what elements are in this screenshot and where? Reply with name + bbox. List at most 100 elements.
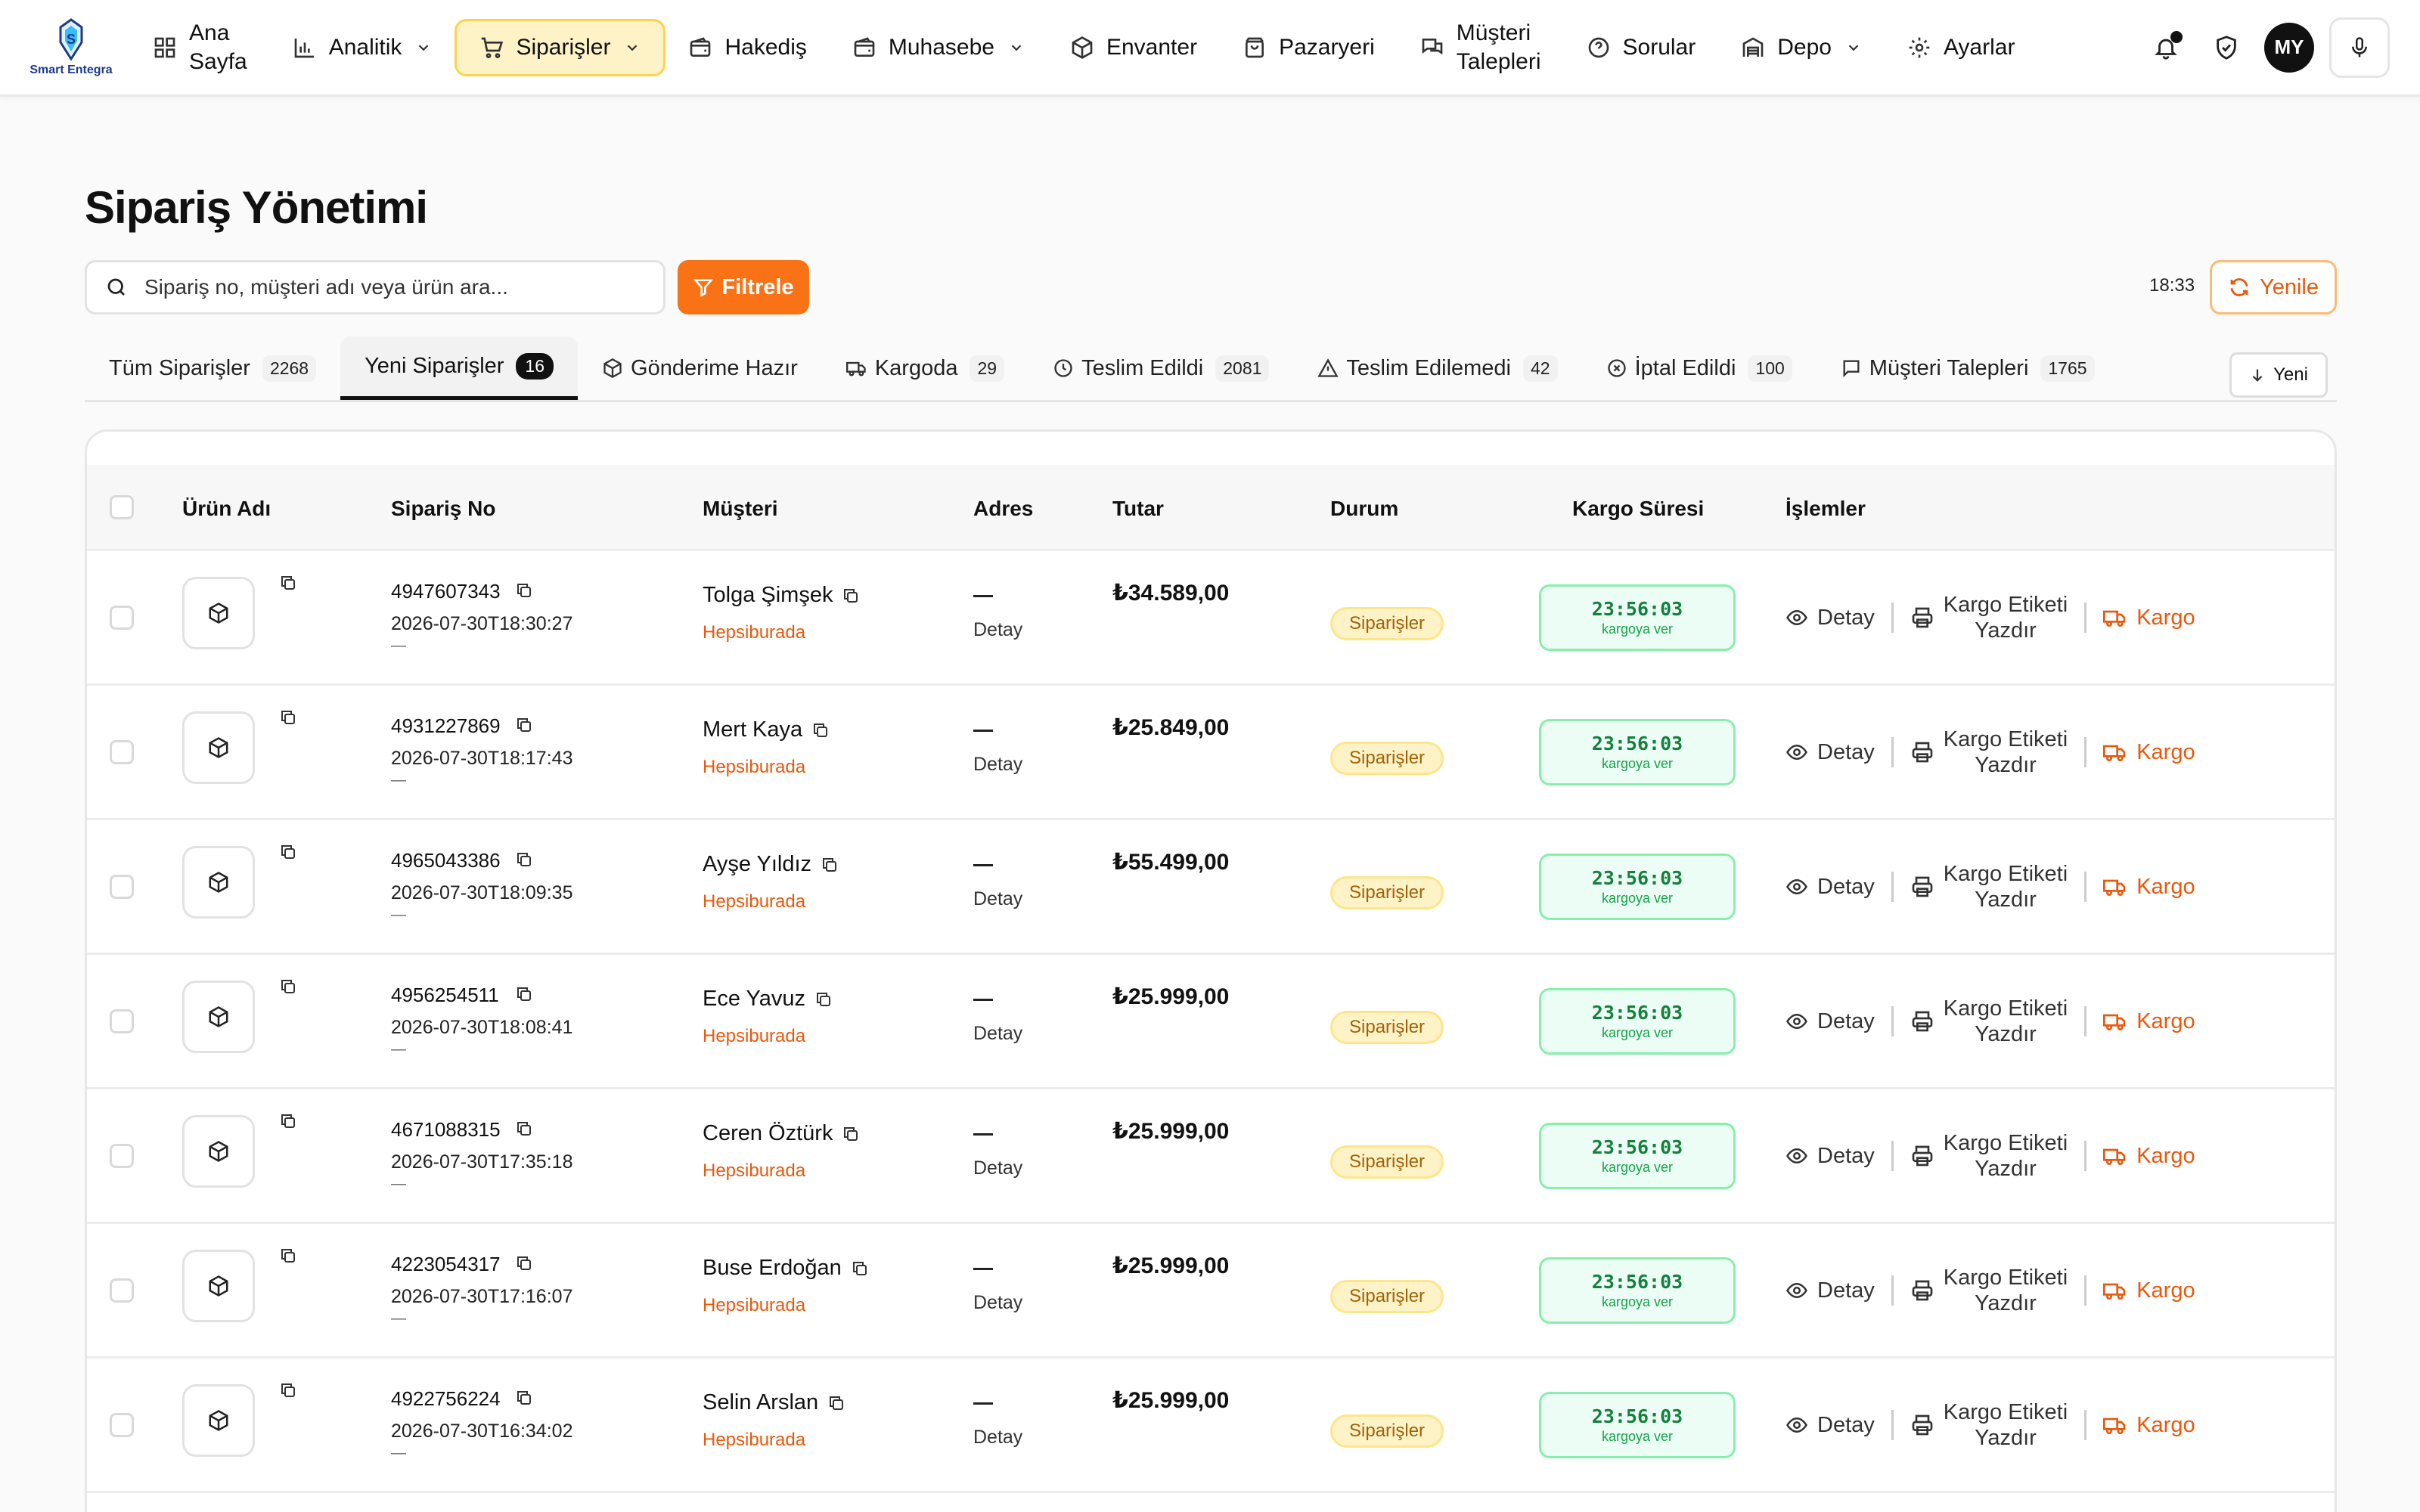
tab-kargoda[interactable]: Kargoda 29 [822,336,1028,400]
cargo-button[interactable]: Kargo [2103,1278,2195,1303]
detail-button[interactable]: Detay [1786,1009,1875,1034]
detail-button[interactable]: Detay [1786,875,1875,900]
copy-order-no-icon[interactable] [515,716,533,734]
row-checkbox[interactable] [110,740,134,764]
print-label-button[interactable]: Kargo Etiketi Yazdır [1910,727,2068,778]
security-button[interactable] [2196,17,2257,78]
action-separator [2084,603,2087,633]
print-label-button[interactable]: Kargo Etiketi Yazdır [1910,592,2068,643]
detail-button[interactable]: Detay [1786,740,1875,765]
print-label-button[interactable]: Kargo Etiketi Yazdır [1910,861,2068,912]
nav-label: Müşteri [1456,20,1531,45]
copy-customer-icon[interactable] [814,990,833,1009]
nav-depo[interactable]: Depo [1718,19,1885,76]
nav-ana-sayfa[interactable]: Ana Sayfa [130,19,270,76]
copy-order-no-icon[interactable] [515,1120,533,1138]
nav-sorular[interactable]: Sorular [1564,19,1719,76]
order-amount: ₺25.999,00 [1112,984,1230,1009]
address-detail-link[interactable]: Detay [973,1292,1022,1314]
address-detail-link[interactable]: Detay [973,1427,1022,1448]
copy-customer-icon[interactable] [842,587,860,605]
table-row: 4922756224 2026-07-30T16:34:02 — Selin A… [87,1359,2335,1493]
customer-name-wrap: Ece Yavuz [703,987,833,1012]
brand-logo[interactable]: S Smart Entegra [29,10,113,85]
cargo-button[interactable]: Kargo [2103,1009,2195,1034]
nav-envanter[interactable]: Envanter [1047,19,1220,76]
nav-siparisler[interactable]: Siparişler [455,18,666,76]
detail-button[interactable]: Detay [1786,1144,1875,1169]
tab-teslim-edilemedi[interactable]: Teslim Edilemedi 42 [1293,336,1581,400]
address-detail-link[interactable]: Detay [973,888,1022,910]
nav-analitik[interactable]: Analitik [270,19,455,76]
copy-product-icon[interactable] [279,1247,297,1265]
tab-iptal-edildi[interactable]: İptal Edildi 100 [1582,336,1817,400]
row-checkbox[interactable] [110,1278,134,1303]
tab-teslim-edildi[interactable]: Teslim Edildi 2081 [1028,336,1293,400]
cargo-button[interactable]: Kargo [2103,740,2195,765]
action-separator [1891,737,1894,767]
tab-gonderime-hazir[interactable]: Gönderime Hazır [578,336,822,400]
cargo-button[interactable]: Kargo [2103,1144,2195,1169]
detail-button[interactable]: Detay [1786,606,1875,631]
print-label-button[interactable]: Kargo Etiketi Yazdır [1910,1265,2068,1316]
cargo-timer: 23:56:03 kargoya ver [1539,719,1736,785]
nav-ayarlar[interactable]: Ayarlar [1885,19,2037,76]
row-checkbox[interactable] [110,1413,134,1437]
copy-product-icon[interactable] [279,708,297,727]
nav-muhasebe[interactable]: Muhasebe [830,19,1047,76]
copy-order-no-icon[interactable] [515,985,533,1003]
copy-product-icon[interactable] [279,843,297,861]
row-checkbox[interactable] [110,1144,134,1168]
notifications-button[interactable] [2136,17,2196,78]
address-detail-link[interactable]: Detay [973,1023,1022,1045]
nav-hakedis[interactable]: Hakediş [666,19,829,76]
nav-pazaryeri[interactable]: Pazaryeri [1220,19,1398,76]
address-detail-link[interactable]: Detay [973,1157,1022,1179]
search-box[interactable] [85,260,666,314]
print-label-button[interactable]: Kargo Etiketi Yazdır [1910,996,2068,1047]
row-checkbox[interactable] [110,606,134,630]
copy-order-no-icon[interactable] [515,850,533,869]
copy-customer-icon[interactable] [827,1394,845,1412]
copy-order-no-icon[interactable] [515,581,533,600]
copy-product-icon[interactable] [279,978,297,996]
copy-customer-icon[interactable] [821,856,839,874]
filter-label: Filtrele [721,274,794,299]
copy-customer-icon[interactable] [842,1125,860,1143]
copy-customer-icon[interactable] [851,1259,869,1278]
user-avatar[interactable]: MY [2264,22,2314,73]
tab-count: 42 [1523,355,1558,382]
cargo-button[interactable]: Kargo [2103,606,2195,631]
copy-product-icon[interactable] [279,1112,297,1130]
row-checkbox[interactable] [110,875,134,899]
address-detail-link[interactable]: Detay [973,754,1022,776]
detail-button[interactable]: Detay [1786,1413,1875,1438]
filter-button[interactable]: Filtrele [678,260,809,314]
tab-yeni-siparisler[interactable]: Yeni Siparişler 16 [340,336,579,400]
tab-musteri-talepleri[interactable]: Müşteri Talepleri 1765 [1817,336,2119,400]
sort-button[interactable]: Yeni [2229,352,2328,398]
order-date: 2026-07-30T18:08:41 [391,1017,573,1038]
copy-product-icon[interactable] [279,1381,297,1399]
copy-order-no-icon[interactable] [515,1254,533,1272]
refresh-button[interactable]: Yenile [2210,260,2337,314]
detail-button[interactable]: Detay [1786,1278,1875,1303]
copy-order-no-icon[interactable] [515,1389,533,1407]
cargo-timer: 23:56:03 kargoya ver [1539,854,1736,920]
product-thumbnail [182,981,255,1053]
print-label-button[interactable]: Kargo Etiketi Yazdır [1910,1399,2068,1451]
tab-tum-siparisler[interactable]: Tüm Siparişler 2268 [85,336,340,400]
nav-musteri-talepleri[interactable]: Müşteri Talepleri [1398,19,1564,76]
copy-customer-icon[interactable] [811,721,830,739]
row-checkbox[interactable] [110,1009,134,1033]
action-separator [1891,603,1894,633]
select-all-checkbox[interactable] [110,495,134,519]
voice-button[interactable] [2329,17,2390,78]
search-input[interactable] [144,275,628,299]
print-label-line2: Yazdır [1975,1291,2037,1315]
address-detail-link[interactable]: Detay [973,619,1022,641]
cargo-button[interactable]: Kargo [2103,875,2195,900]
copy-product-icon[interactable] [279,574,297,592]
print-label-button[interactable]: Kargo Etiketi Yazdır [1910,1130,2068,1182]
cargo-button[interactable]: Kargo [2103,1413,2195,1438]
